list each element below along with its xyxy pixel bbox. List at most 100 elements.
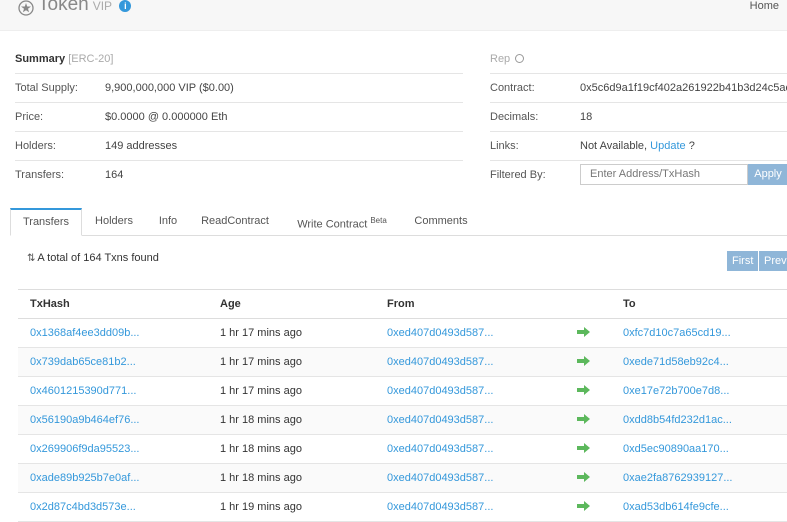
beta-badge: Beta	[370, 216, 387, 225]
table-row: 0x269906f9da95523... 1 hr 18 mins ago 0xed…	[18, 434, 787, 464]
col-header-from: From	[375, 289, 565, 319]
to-address-link[interactable]: 0xad53db614fe9cfe...	[611, 492, 787, 522]
table-row: 0x739dab65ce81b2... 1 hr 17 mins ago 0xed4…	[18, 347, 787, 377]
col-header-txhash: TxHash	[18, 289, 208, 319]
links-help[interactable]: ?	[689, 140, 695, 152]
page-title: Token VIP i	[38, 0, 132, 16]
prev-page-button[interactable]: Prev	[759, 251, 787, 271]
right-arrow-icon	[577, 413, 590, 424]
from-address-link[interactable]: 0xed407d0493d587...	[375, 376, 565, 406]
direction-cell	[565, 492, 611, 522]
rep-circle-icon	[515, 54, 525, 63]
summary-label: Summary	[15, 53, 66, 65]
tab-info[interactable]: Info	[148, 208, 188, 234]
from-address-link[interactable]: 0xed407d0493d587...	[375, 405, 565, 435]
token-symbol: VIP	[92, 0, 113, 13]
transfers-row: Transfers: 164	[15, 160, 463, 190]
write-contract-label: Write Contract	[297, 218, 368, 231]
table-body: 0x1368af4ee3dd09b... 1 hr 17 mins ago 0xed…	[18, 318, 787, 522]
contract-label: Contract:	[490, 82, 535, 94]
tab-holders[interactable]: Holders	[84, 208, 144, 234]
table-header-row: TxHash Age From To	[18, 289, 787, 319]
right-arrow-icon	[577, 384, 590, 395]
col-header-direction	[565, 289, 611, 319]
tab-write-contract[interactable]: Write Contract Beta	[290, 208, 394, 234]
txhash-link[interactable]: 0x2d87c4bd3d573e...	[18, 492, 208, 522]
table-row: 0x1368af4ee3dd09b... 1 hr 17 mins ago 0xed…	[18, 318, 787, 348]
filtered-by-label: Filtered By:	[490, 169, 546, 181]
col-header-to: To	[611, 289, 787, 319]
right-arrow-icon	[577, 326, 590, 337]
price-label: Price:	[15, 111, 44, 123]
age-cell: 1 hr 18 mins ago	[208, 463, 375, 493]
to-address-link[interactable]: 0xede71d58eb92c4...	[611, 347, 787, 377]
age-cell: 1 hr 19 mins ago	[208, 492, 375, 522]
to-address-link[interactable]: 0xfc7d10c7a65cd19...	[611, 318, 787, 348]
token-title: Token	[38, 0, 89, 15]
total-supply-label: Total Supply:	[15, 82, 78, 94]
to-address-link[interactable]: 0xdd8b54fd232d1ac...	[611, 405, 787, 435]
table-row: 0x2d87c4bd3d573e... 1 hr 19 mins ago 0xed4…	[18, 492, 787, 522]
col-header-age: Age	[208, 289, 375, 319]
age-cell: 1 hr 18 mins ago	[208, 405, 375, 435]
tab-transfers[interactable]: Transfers	[10, 208, 82, 236]
from-address-link[interactable]: 0xed407d0493d587...	[375, 347, 565, 377]
tab-read-contract[interactable]: ReadContract	[192, 208, 278, 234]
update-link[interactable]: Update	[650, 140, 685, 152]
transfers-label: Transfers:	[15, 169, 65, 181]
info-icon[interactable]: i	[119, 0, 132, 12]
direction-cell	[565, 347, 611, 377]
total-supply-row: Total Supply: 9,900,000,000 VIP ($0.00)	[15, 73, 463, 103]
age-cell: 1 hr 17 mins ago	[208, 347, 375, 377]
top-bar: Token VIP i Home	[0, 0, 787, 31]
txhash-link[interactable]: 0x1368af4ee3dd09b...	[18, 318, 208, 348]
direction-cell	[565, 405, 611, 435]
age-cell: 1 hr 17 mins ago	[208, 318, 375, 348]
total-supply-value: 9,900,000,000 VIP ($0.00)	[105, 82, 234, 94]
txhash-link[interactable]: 0x269906f9da95523...	[18, 434, 208, 464]
reputation: Rep	[490, 53, 525, 65]
transfers-value: 164	[105, 169, 124, 181]
total-txns: ⇅ A total of 164 Txns found	[27, 252, 159, 264]
home-link[interactable]: Home	[750, 0, 779, 12]
apply-button[interactable]: Apply	[748, 164, 787, 185]
sort-icon: ⇅	[27, 253, 36, 264]
address-filter-input[interactable]: Enter Address/TxHash	[580, 164, 748, 185]
right-arrow-icon	[577, 442, 590, 453]
table-row: 0x56190a9b464ef76... 1 hr 18 mins ago 0xed…	[18, 405, 787, 435]
decimals-value: 18	[580, 111, 593, 123]
first-page-button[interactable]: First	[727, 251, 759, 271]
links-value: Not Available, Update ?	[580, 132, 695, 160]
token-logo-icon	[18, 0, 34, 16]
decimals-row: Decimals: 18	[490, 102, 787, 132]
tab-comments[interactable]: Comments	[406, 208, 476, 234]
total-txns-text: A total of 164 Txns found	[37, 252, 159, 264]
right-arrow-icon	[577, 355, 590, 366]
to-address-link[interactable]: 0xae2fa8762939127...	[611, 463, 787, 493]
direction-cell	[565, 463, 611, 493]
from-address-link[interactable]: 0xed407d0493d587...	[375, 318, 565, 348]
age-cell: 1 hr 18 mins ago	[208, 434, 375, 464]
txhash-link[interactable]: 0x4601215390d771...	[18, 376, 208, 406]
rep-label: Rep	[490, 53, 511, 65]
from-address-link[interactable]: 0xed407d0493d587...	[375, 492, 565, 522]
direction-cell	[565, 434, 611, 464]
table-row: 0xade89b925b7e0af... 1 hr 18 mins ago 0xed…	[18, 463, 787, 493]
contract-address-link[interactable]: 0x5c6d9a1f19cf402a261922b41b3d24c5acb	[580, 74, 787, 102]
txhash-link[interactable]: 0xade89b925b7e0af...	[18, 463, 208, 493]
token-standard: [ERC-20]	[68, 53, 114, 65]
from-address-link[interactable]: 0xed407d0493d587...	[375, 434, 565, 464]
price-value: $0.0000 @ 0.000000 Eth	[105, 111, 228, 123]
links-row: Links: Not Available, Update ?	[490, 131, 787, 161]
holders-row: Holders: 149 addresses	[15, 131, 463, 161]
from-address-link[interactable]: 0xed407d0493d587...	[375, 463, 565, 493]
tab-bar: Transfers Holders Info ReadContract Writ…	[10, 208, 787, 236]
right-arrow-icon	[577, 471, 590, 482]
to-address-link[interactable]: 0xd5ec90890aa170...	[611, 434, 787, 464]
txhash-link[interactable]: 0x56190a9b464ef76...	[18, 405, 208, 435]
to-address-link[interactable]: 0xe17e72b700e7d8...	[611, 376, 787, 406]
age-cell: 1 hr 17 mins ago	[208, 376, 375, 406]
links-label: Links:	[490, 140, 519, 152]
table-row: 0x4601215390d771... 1 hr 17 mins ago 0xed4…	[18, 376, 787, 406]
txhash-link[interactable]: 0x739dab65ce81b2...	[18, 347, 208, 377]
